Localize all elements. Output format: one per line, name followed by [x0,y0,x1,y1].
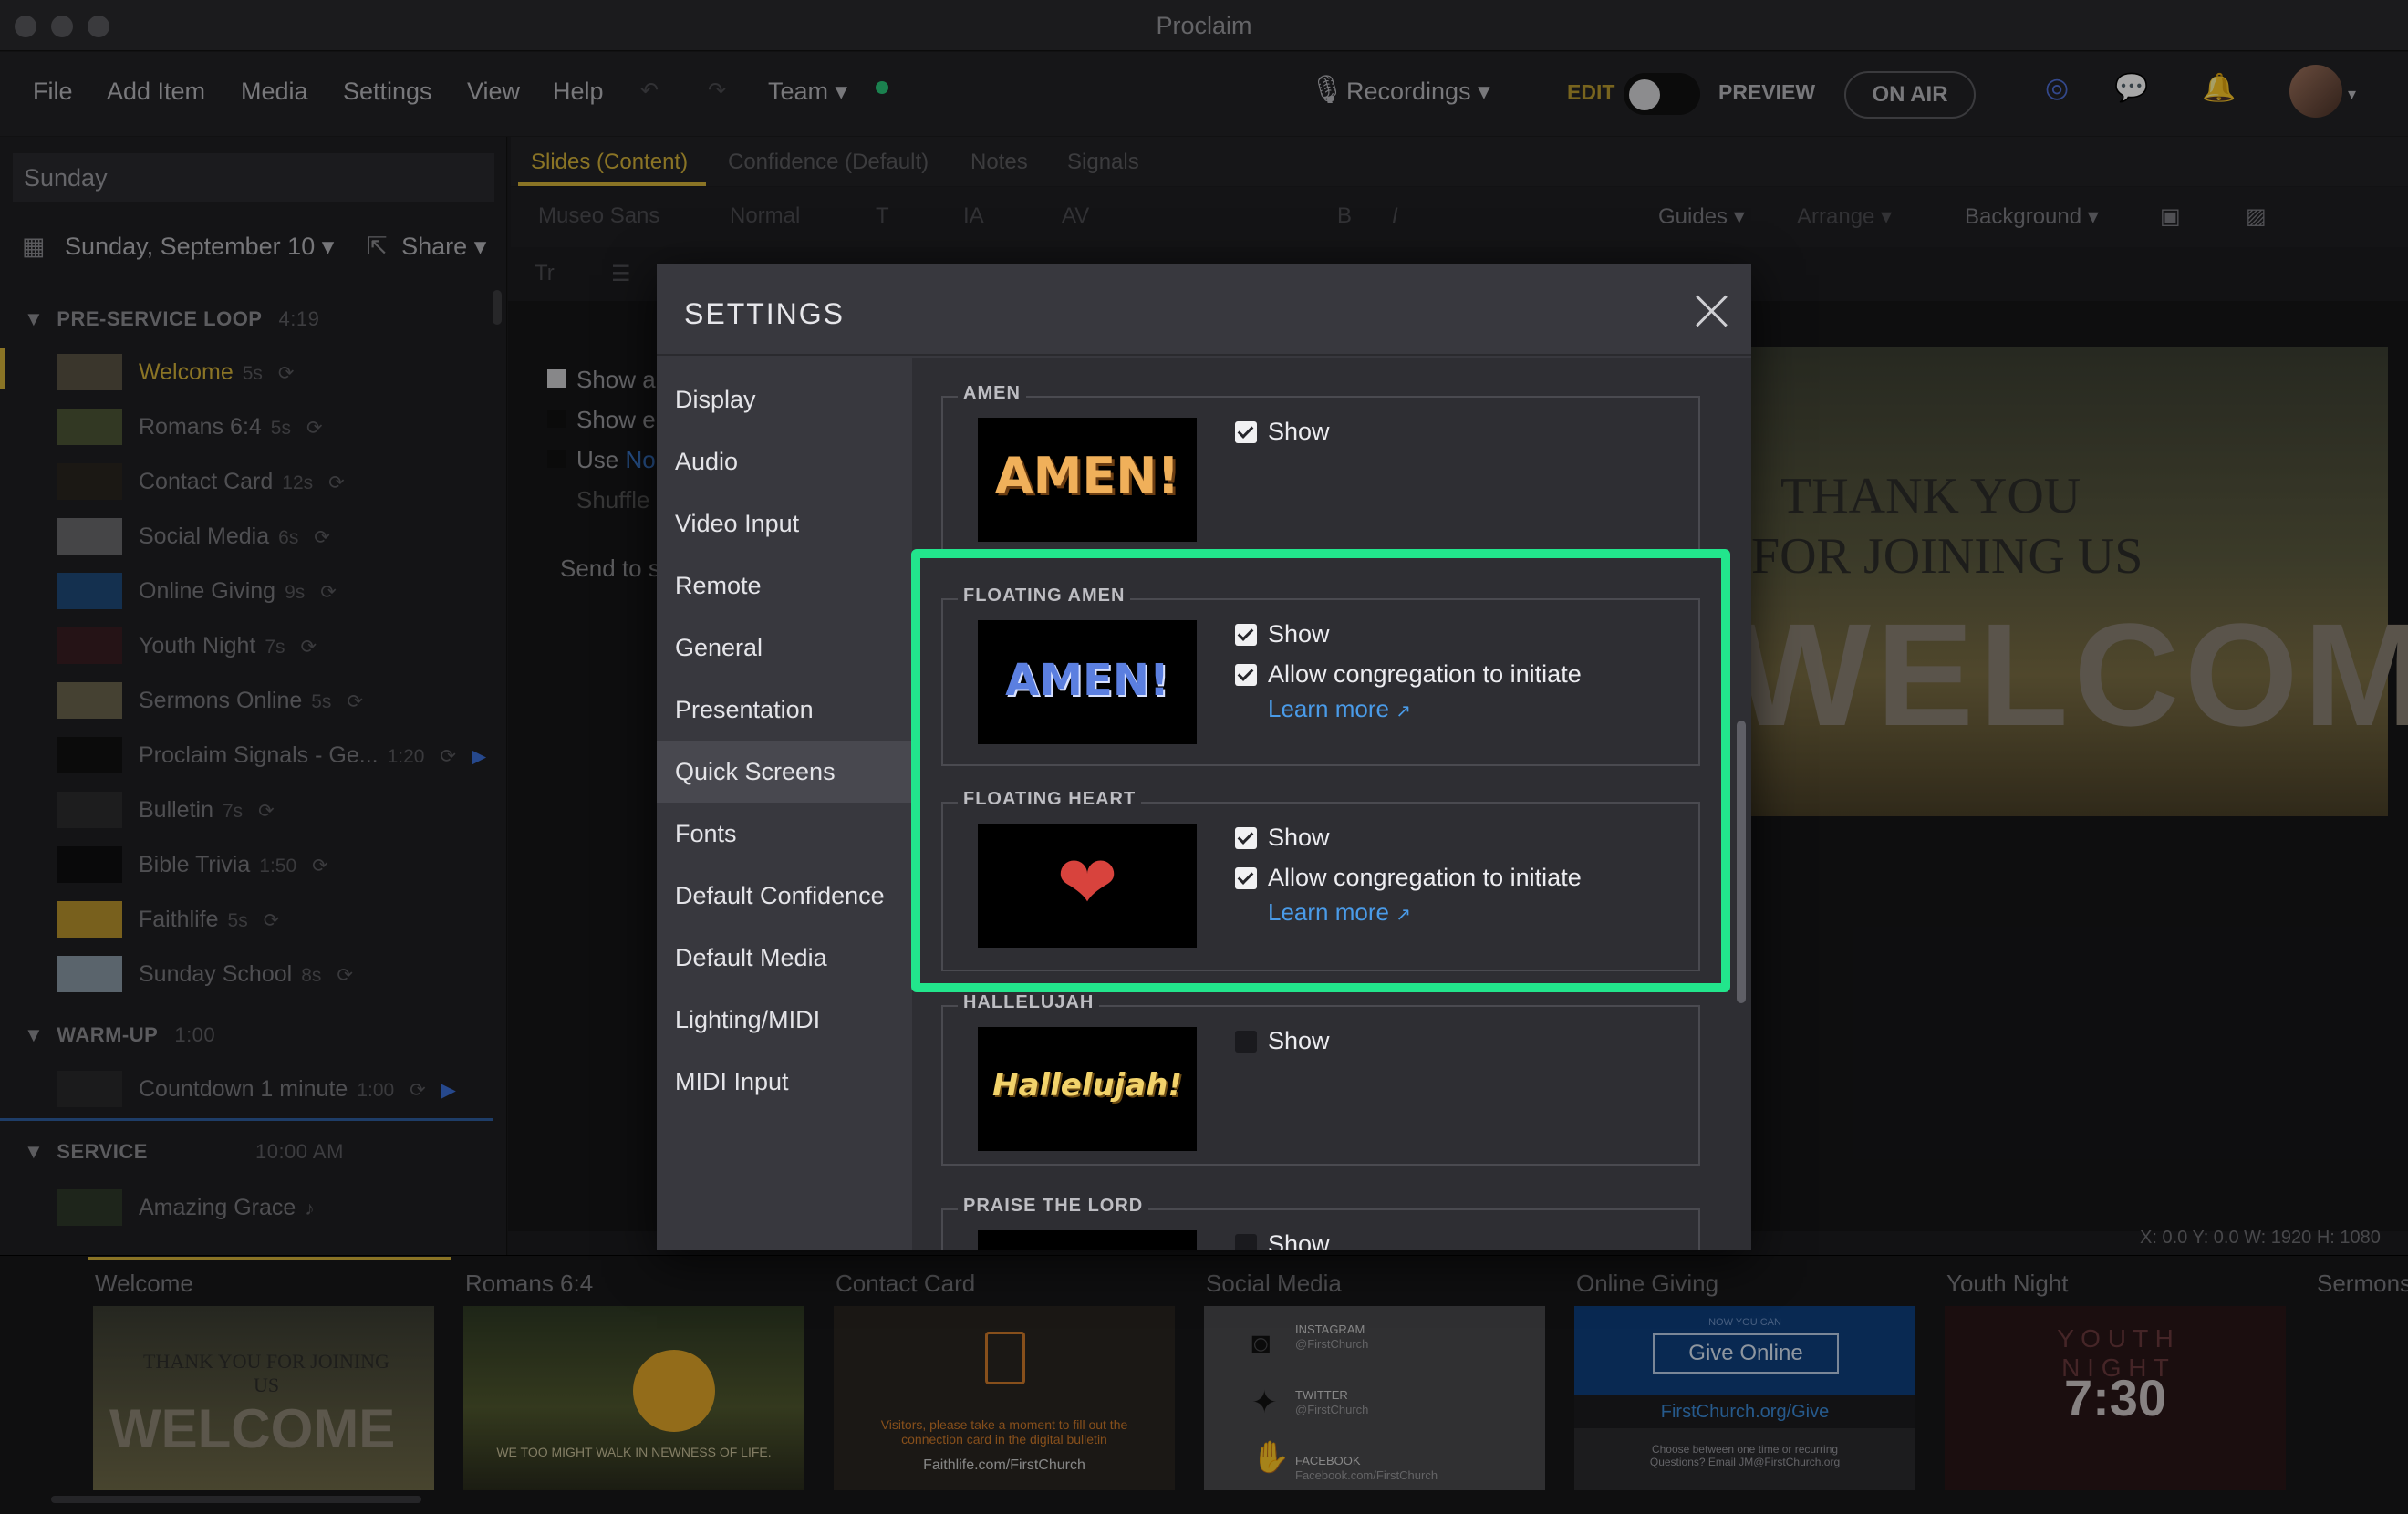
sidebar-item-default-confidence[interactable]: Default Confidence [657,865,912,927]
sidebar-item-display[interactable]: Display [657,368,912,430]
sidebar-item-fonts[interactable]: Fonts [657,803,912,865]
settings-sidebar: Display Audio Video Input Remote General… [657,358,912,1250]
sidebar-item-remote[interactable]: Remote [657,555,912,617]
group-title: PRAISE THE LORD [958,1196,1149,1217]
group-title: HALLELUJAH [958,992,1100,1013]
app-window: Proclaim File Add Item Media Settings Vi… [0,0,2408,1514]
amen-show-checkbox[interactable] [1235,421,1257,443]
sidebar-item-video-input[interactable]: Video Input [657,493,912,555]
show-label: Show [1268,418,1330,445]
settings-scrollbar[interactable] [1737,721,1746,1003]
praise-show-checkbox[interactable] [1235,1234,1257,1250]
show-label: Show [1268,1027,1330,1054]
sidebar-item-general[interactable]: General [657,617,912,679]
amen-thumbnail: AMEN! [978,418,1197,542]
group-title: AMEN [958,383,1026,404]
highlight-box [911,549,1730,992]
sidebar-item-audio[interactable]: Audio [657,430,912,493]
sidebar-item-midi-input[interactable]: MIDI Input [657,1051,912,1113]
show-label: Show [1268,1230,1330,1250]
sidebar-item-presentation[interactable]: Presentation [657,679,912,741]
sidebar-item-default-media[interactable]: Default Media [657,927,912,989]
quick-screen-amen: AMEN AMEN! Show [941,383,1700,551]
hallelujah-thumbnail: Hallelujah! [978,1027,1197,1151]
sidebar-item-lighting-midi[interactable]: Lighting/MIDI [657,989,912,1051]
praise-the-lord-thumbnail [978,1230,1197,1250]
dialog-header: SETTINGS [657,264,1751,356]
sidebar-item-quick-screens[interactable]: Quick Screens [657,741,912,803]
hallelujah-show-checkbox[interactable] [1235,1031,1257,1053]
quick-screen-hallelujah: HALLELUJAH Hallelujah! Show [941,992,1700,1166]
dialog-title: SETTINGS [684,297,846,330]
quick-screen-praise-the-lord: PRAISE THE LORD Show [941,1196,1700,1250]
close-icon[interactable] [1695,294,1729,328]
